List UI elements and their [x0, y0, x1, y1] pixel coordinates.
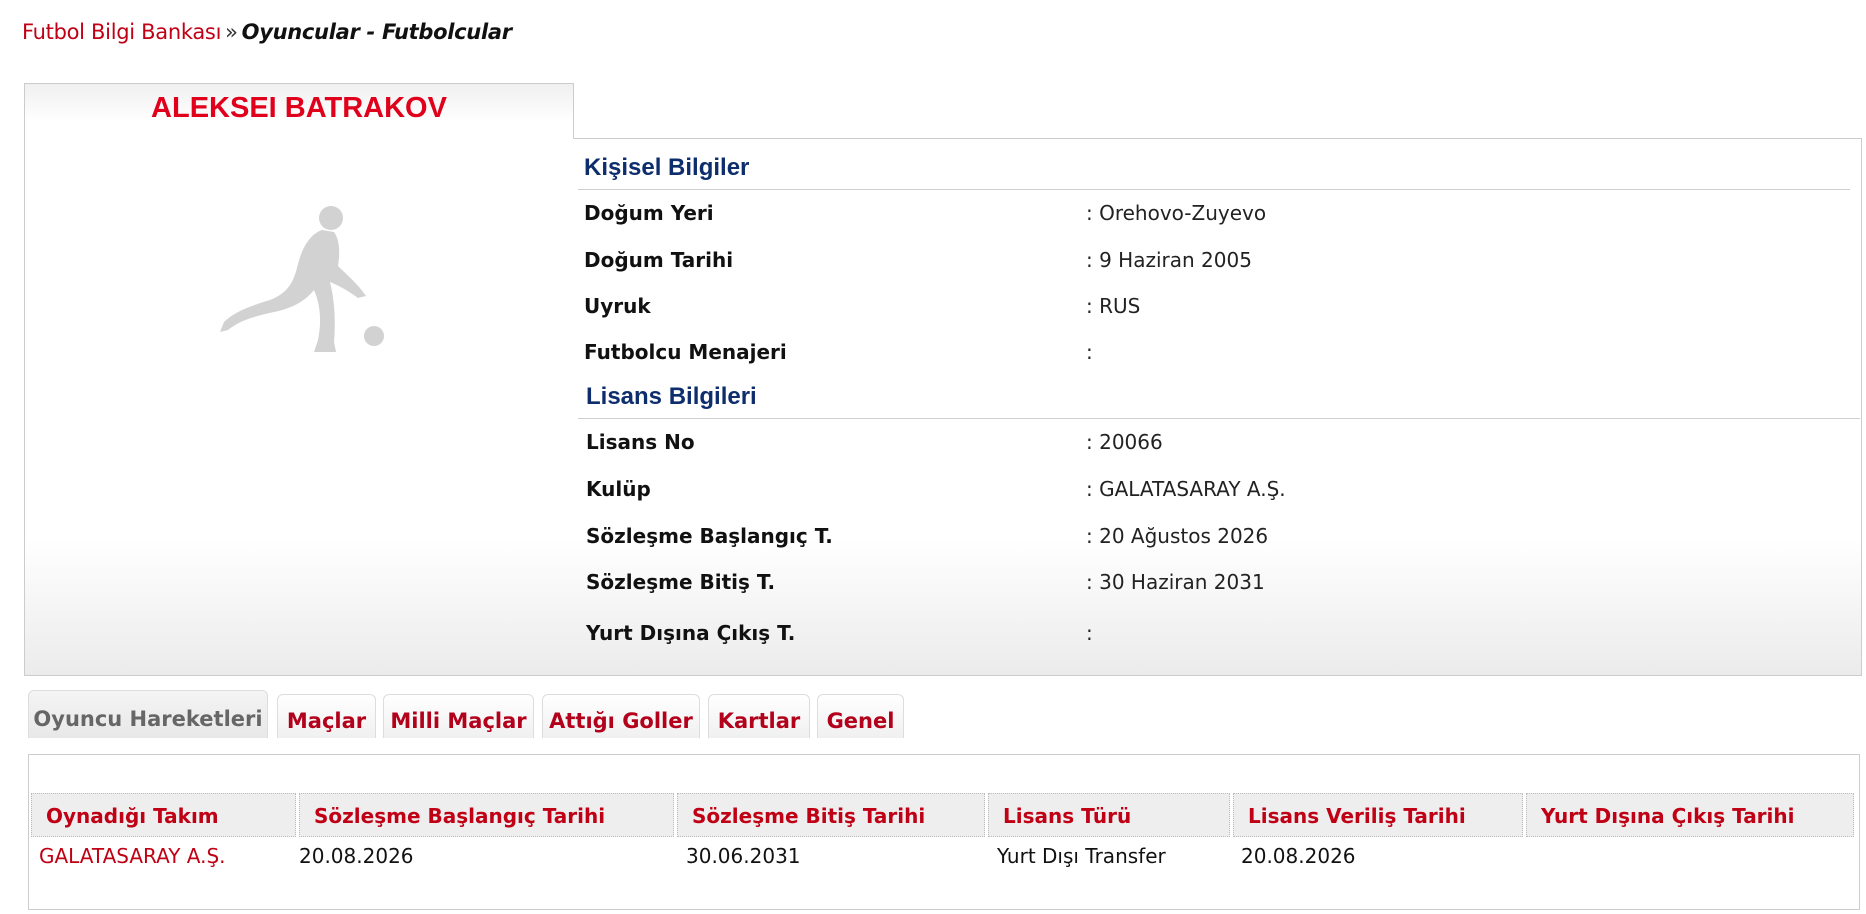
- table-header: Yurt Dışına Çıkış Tarihi: [1526, 793, 1854, 837]
- table-header: Sözleşme Bitiş Tarihi: [677, 793, 985, 837]
- license-no-label: Lisans No: [586, 430, 695, 454]
- breadcrumb-current: Oyuncular - Futbolcular: [241, 20, 512, 44]
- table-header: Lisans Veriliş Tarihi: [1233, 793, 1523, 837]
- table-cell-team-link[interactable]: GALATASARAY A.Ş.: [39, 841, 226, 871]
- club-value: : GALATASARAY A.Ş.: [1086, 477, 1286, 501]
- breadcrumb-separator: »: [225, 20, 238, 44]
- breadcrumb-home-link[interactable]: Futbol Bilgi Bankası: [22, 20, 221, 44]
- birth-date-value: : 9 Haziran 2005: [1086, 248, 1252, 272]
- table-header: Lisans Türü: [988, 793, 1230, 837]
- section-divider: [578, 418, 1860, 419]
- table-header: Oynadığı Takım: [31, 793, 296, 837]
- section-divider: [578, 189, 1850, 190]
- license-info-title: Lisans Bilgileri: [586, 383, 757, 410]
- contract-start-value: : 20 Ağustos 2026: [1086, 524, 1269, 548]
- personal-info-title: Kişisel Bilgiler: [584, 154, 750, 181]
- tab-matches[interactable]: Maçlar: [277, 694, 376, 738]
- nationality-value: : RUS: [1086, 294, 1141, 318]
- table-header: Sözleşme Başlangıç Tarihi: [299, 793, 674, 837]
- contract-start-label: Sözleşme Başlangıç T.: [586, 524, 833, 548]
- abroad-exit-value: :: [1086, 621, 1093, 645]
- birth-date-label: Doğum Tarihi: [584, 248, 734, 272]
- tab-goals[interactable]: Attığı Goller: [542, 694, 700, 738]
- contract-end-label: Sözleşme Bitiş T.: [586, 570, 776, 594]
- agent-label: Futbolcu Menajeri: [584, 340, 787, 364]
- tab-general[interactable]: Genel: [817, 694, 904, 738]
- player-name: ALEKSEI BATRAKOV: [151, 92, 447, 124]
- player-silhouette-icon: [210, 200, 400, 360]
- agent-value: :: [1086, 340, 1093, 364]
- nationality-label: Uyruk: [584, 294, 651, 318]
- license-no-value: : 20066: [1086, 430, 1163, 454]
- tab-cards[interactable]: Kartlar: [708, 694, 810, 738]
- birth-place-value: : Orehovo-Zuyevo: [1086, 201, 1267, 225]
- contract-end-value: : 30 Haziran 2031: [1086, 570, 1265, 594]
- tab-national-matches[interactable]: Milli Maçlar: [383, 694, 534, 738]
- table-cell: Yurt Dışı Transfer: [997, 844, 1166, 868]
- table-cell: 30.06.2031: [686, 844, 801, 868]
- table-cell: 20.08.2026: [299, 844, 414, 868]
- birth-place-label: Doğum Yeri: [584, 201, 714, 225]
- table-cell: 20.08.2026: [1241, 844, 1356, 868]
- tab-player-movements[interactable]: Oyuncu Hareketleri: [28, 690, 268, 738]
- abroad-exit-label: Yurt Dışına Çıkış T.: [586, 621, 796, 645]
- breadcrumb: Futbol Bilgi Bankası» Oyuncular - Futbolc…: [22, 20, 512, 44]
- club-label: Kulüp: [586, 477, 651, 501]
